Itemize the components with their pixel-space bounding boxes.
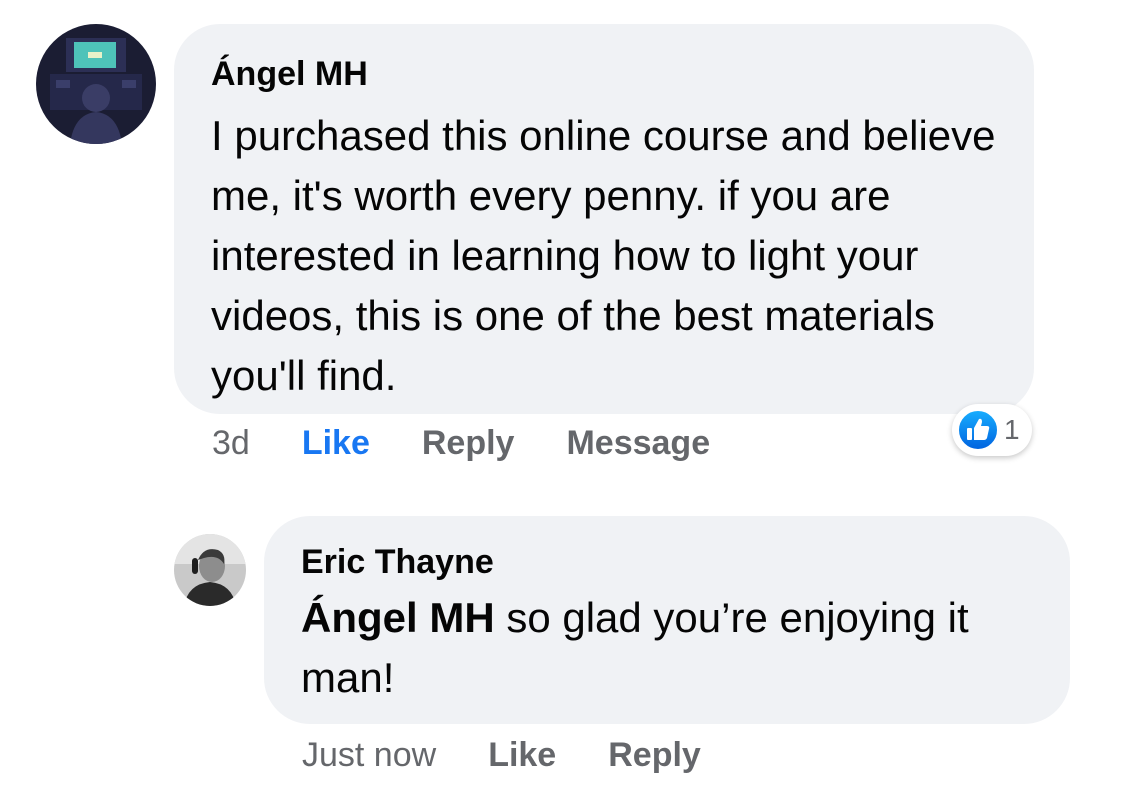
- comment-author[interactable]: Eric Thayne: [301, 542, 1034, 582]
- comment-actions: 3d Like Reply Message: [212, 424, 710, 463]
- comment-timestamp[interactable]: 3d: [212, 424, 250, 463]
- like-button[interactable]: Like: [302, 424, 370, 463]
- comment-author[interactable]: Ángel MH: [211, 54, 998, 94]
- avatar-image: [174, 534, 246, 606]
- thumbs-up-icon: [956, 408, 1000, 452]
- reply-actions: Just now Like Reply: [302, 736, 701, 775]
- reply-bubble: Eric Thayne Ángel MH so glad you’re enjo…: [264, 516, 1070, 724]
- reaction-count: 1: [1004, 414, 1020, 445]
- avatar-image: [36, 24, 156, 144]
- avatar-angel-mh[interactable]: [36, 24, 156, 144]
- message-button[interactable]: Message: [566, 424, 710, 463]
- reply-button[interactable]: Reply: [608, 736, 701, 775]
- like-button[interactable]: Like: [488, 736, 556, 775]
- comment-timestamp[interactable]: Just now: [302, 736, 436, 775]
- avatar-eric-thayne[interactable]: [174, 534, 246, 606]
- reply-button[interactable]: Reply: [422, 424, 515, 463]
- comment-text: Ángel MH so glad you’re enjoying it man!: [301, 588, 1034, 708]
- mention-link[interactable]: Ángel MH: [301, 594, 495, 641]
- comment-bubble: Ángel MH I purchased this online course …: [174, 24, 1034, 414]
- reaction-count-pill[interactable]: 1: [952, 404, 1032, 456]
- comment-text: I purchased this online course and belie…: [211, 112, 996, 399]
